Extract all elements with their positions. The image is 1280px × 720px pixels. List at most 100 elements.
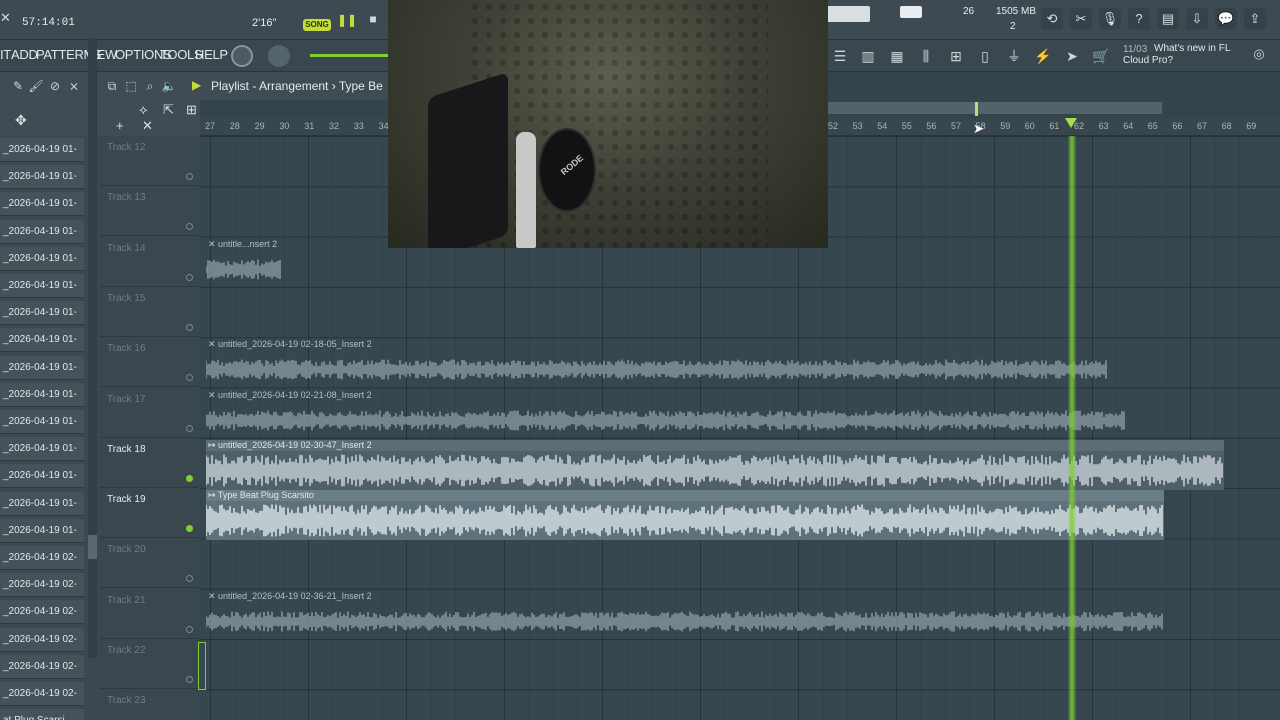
- project-icon[interactable]: ▯: [973, 44, 997, 68]
- audio-clip[interactable]: ✕ untitled_2026-04-19 02-36-21_Insert 2: [205, 591, 1164, 641]
- track-led-icon[interactable]: [186, 676, 193, 683]
- playhead-marker[interactable]: [1065, 118, 1077, 128]
- playlist-menu-arrow-icon[interactable]: ▶: [192, 78, 201, 92]
- picker-item[interactable]: _2026-04-19 01-: [0, 192, 84, 217]
- playlist-icon[interactable]: ☰: [828, 44, 852, 68]
- chat-icon[interactable]: 💬: [1215, 8, 1237, 30]
- record-mic-icon[interactable]: 🎙: [1099, 8, 1121, 30]
- track-led-icon[interactable]: [186, 374, 193, 382]
- tempo-display[interactable]: [826, 6, 870, 22]
- undo-icon[interactable]: ⟲: [1041, 8, 1063, 30]
- picker-item[interactable]: _2026-04-19 02-: [0, 546, 84, 570]
- plugin-icon[interactable]: ⏚: [1002, 44, 1026, 68]
- save-icon[interactable]: ▤: [1157, 8, 1179, 30]
- bar-number[interactable]: 28: [230, 121, 240, 131]
- cut-icon[interactable]: ✂: [1070, 8, 1092, 30]
- picker-item[interactable]: _2026-04-19 01-: [0, 246, 84, 271]
- pencil-tool-icon[interactable]: ✎: [10, 78, 26, 94]
- track-led-icon[interactable]: [186, 273, 193, 281]
- track-led-icon[interactable]: [186, 575, 193, 583]
- arrow-icon[interactable]: ⇱: [163, 102, 174, 118]
- track-header[interactable]: Track 12: [100, 136, 198, 186]
- shop-icon[interactable]: 🛒: [1089, 44, 1113, 68]
- picker-scrollbar[interactable]: [88, 38, 97, 658]
- bar-number[interactable]: 30: [279, 121, 289, 131]
- picker-item[interactable]: at Plug Scarsi: [0, 709, 84, 720]
- track-header[interactable]: Track 13: [100, 186, 198, 237]
- track-led-icon[interactable]: [186, 525, 193, 533]
- bar-number[interactable]: 67: [1197, 121, 1207, 131]
- picker-item[interactable]: _2026-04-19 01-: [0, 328, 84, 353]
- piano-roll-icon[interactable]: ▥: [856, 44, 880, 68]
- news-text[interactable]: What's new in FL: [1154, 43, 1230, 54]
- clip-label[interactable]: ✕ untitle...nsert 2: [206, 239, 282, 250]
- stop-button[interactable]: ■: [365, 11, 381, 27]
- picker-item[interactable]: _2026-04-19 02-: [0, 682, 84, 706]
- bar-number[interactable]: 55: [902, 121, 912, 131]
- bar-number[interactable]: 64: [1123, 121, 1133, 131]
- picker-item[interactable]: _2026-04-19 01-: [0, 410, 84, 434]
- track-header[interactable]: Track 19: [100, 488, 198, 539]
- clip-label[interactable]: ✕ untitled_2026-04-19 02-21-08_Insert 2: [206, 390, 1126, 401]
- picker-item[interactable]: _2026-04-19 02-: [0, 627, 84, 652]
- track-header[interactable]: Track 20: [100, 538, 198, 589]
- channel-rack-icon[interactable]: ▦: [885, 44, 909, 68]
- bar-number[interactable]: 32: [329, 121, 339, 131]
- picker-scrollbar-thumb[interactable]: [88, 535, 97, 559]
- picker-item[interactable]: _2026-04-19 02-: [0, 600, 84, 625]
- slice-tool-icon[interactable]: ⧉: [104, 78, 120, 94]
- brush-tool-icon[interactable]: 🖌: [28, 78, 44, 94]
- clip-label[interactable]: ✕ untitled_2026-04-19 02-36-21_Insert 2: [206, 591, 1164, 602]
- menu-edit[interactable]: IT: [0, 47, 11, 62]
- track-led-icon[interactable]: [186, 474, 193, 482]
- picker-item[interactable]: _2026-04-19 01-: [0, 355, 84, 380]
- download-icon[interactable]: ⇩: [1186, 8, 1208, 30]
- select-tool-icon[interactable]: ⬚: [123, 78, 139, 94]
- picker-item[interactable]: _2026-04-19 01-: [0, 382, 84, 407]
- clip-label[interactable]: ↦ Type Beat Plug Scarsito: [206, 490, 1164, 502]
- bar-number[interactable]: 56: [926, 121, 936, 131]
- track-header[interactable]: Track 15: [100, 287, 198, 337]
- track-led-icon[interactable]: [186, 223, 193, 231]
- bar-number[interactable]: 59: [1000, 121, 1010, 131]
- clip-label[interactable]: ✕ untitled_2026-04-19 02-18-05_Insert 2: [206, 339, 1108, 350]
- bar-number[interactable]: 68: [1222, 121, 1232, 131]
- picker-item[interactable]: _2026-04-19 01-: [0, 165, 84, 190]
- picker-item[interactable]: _2026-04-19 02-: [0, 654, 84, 679]
- remove-track-icon[interactable]: ✕: [142, 118, 153, 134]
- track-led-icon[interactable]: [186, 424, 193, 432]
- track-led-icon[interactable]: [186, 323, 193, 331]
- master-pitch-knob[interactable]: [268, 45, 290, 67]
- bar-number[interactable]: 60: [1025, 121, 1035, 131]
- track-led-icon[interactable]: [186, 625, 193, 633]
- bar-number[interactable]: 65: [1148, 121, 1158, 131]
- track-header[interactable]: Track 18: [100, 438, 198, 488]
- bar-number[interactable]: 33: [354, 121, 364, 131]
- bar-number[interactable]: 54: [877, 121, 887, 131]
- bar-number[interactable]: 61: [1049, 121, 1059, 131]
- audio-clip[interactable]: ✕ untitled_2026-04-19 02-18-05_Insert 2: [205, 339, 1108, 389]
- bar-number[interactable]: 31: [304, 121, 314, 131]
- move-icon[interactable]: ✥: [15, 112, 27, 129]
- zoom-tool-icon[interactable]: ⌕: [142, 78, 158, 94]
- track-header[interactable]: Track 17: [100, 388, 198, 438]
- track-header[interactable]: Track 23: [100, 689, 198, 720]
- mixer-icon[interactable]: ⫼: [914, 44, 938, 68]
- picker-item[interactable]: _2026-04-19 01-: [0, 491, 84, 516]
- loop-marker[interactable]: [975, 102, 978, 116]
- add-track-icon[interactable]: +: [116, 118, 124, 133]
- track-header[interactable]: Track 21: [100, 589, 198, 639]
- bar-number[interactable]: 53: [853, 121, 863, 131]
- plugin-picker-icon[interactable]: ⚡: [1031, 44, 1055, 68]
- help-icon[interactable]: ?: [1128, 8, 1150, 30]
- song-mode-button[interactable]: SONG: [303, 19, 331, 31]
- close-icon[interactable]: ✕: [0, 10, 11, 26]
- horizontal-scrollbar[interactable]: [828, 102, 1162, 114]
- track-header[interactable]: Track 14: [100, 237, 198, 287]
- audio-clip[interactable]: ↦ Type Beat Plug Scarsito: [205, 490, 1164, 541]
- export-icon[interactable]: ⇪: [1244, 8, 1266, 30]
- grid-icon[interactable]: ⊞: [186, 102, 197, 118]
- news-text-line2[interactable]: Cloud Pro?: [1123, 55, 1173, 66]
- track-header[interactable]: Track 22: [100, 639, 198, 689]
- playback-tool-icon[interactable]: 🔈: [161, 78, 177, 94]
